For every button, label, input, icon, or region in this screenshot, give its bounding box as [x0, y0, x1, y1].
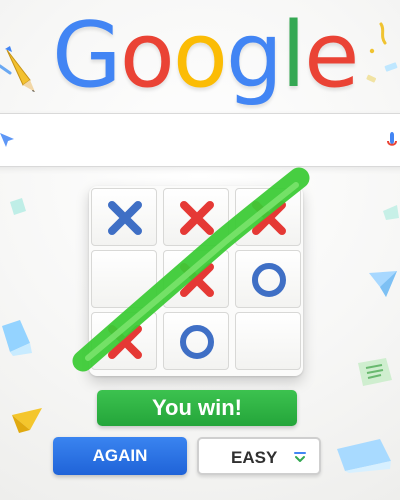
board-cell-1-1[interactable]: X: [91, 188, 157, 246]
logo-letter: l: [281, 3, 306, 108]
board-cell-2-1[interactable]: [91, 250, 157, 308]
board-cell-3-3[interactable]: [235, 312, 301, 370]
logo-letter: g: [225, 3, 283, 108]
logo-letter: G: [52, 3, 122, 108]
x-mark-icon: [180, 263, 214, 297]
result-banner: You win!: [97, 390, 297, 426]
mic-icon[interactable]: [386, 129, 400, 149]
paper-plane-icon: [369, 271, 397, 297]
x-mark-icon: [108, 325, 142, 359]
x-mark-icon: [252, 201, 286, 235]
chevron-down-icon: [294, 452, 306, 462]
logo-letter: o: [119, 3, 175, 108]
board-cell-1-3[interactable]: X: [235, 188, 301, 246]
paper-scrap-icon: [2, 320, 32, 356]
o-mark-icon: [180, 325, 214, 359]
game-page: Google X X X: [0, 0, 400, 500]
o-mark-icon: [252, 263, 286, 297]
logo-letter: e: [304, 3, 359, 108]
board-cell-3-1[interactable]: X: [91, 312, 157, 370]
paper-scrap-icon: [383, 205, 399, 220]
pencil-icon: [0, 46, 35, 92]
x-mark-icon: [108, 201, 142, 235]
ticket-icon: [358, 358, 392, 386]
google-logo: Google: [52, 3, 359, 108]
difficulty-select[interactable]: EASY: [197, 437, 321, 475]
confetti-icon: [366, 22, 398, 83]
board-cell-1-2[interactable]: X: [163, 188, 229, 246]
tic-tac-toe-board: X X X X O: [89, 186, 303, 376]
cell-mark: [236, 313, 300, 369]
difficulty-label: EASY: [231, 448, 278, 467]
paper-plane-icon: [12, 408, 42, 433]
paper-scrap-icon: [337, 439, 391, 473]
logo-letter: o: [172, 3, 228, 108]
cell-mark: [92, 251, 156, 307]
board-cell-2-3[interactable]: O: [235, 250, 301, 308]
again-button[interactable]: AGAIN: [53, 437, 187, 475]
search-icon: [0, 133, 14, 147]
search-bar[interactable]: [0, 113, 400, 167]
x-mark-icon: [180, 201, 214, 235]
board-cell-3-2[interactable]: O: [163, 312, 229, 370]
paper-scrap-icon: [10, 198, 26, 215]
board-cell-2-2[interactable]: X: [163, 250, 229, 308]
